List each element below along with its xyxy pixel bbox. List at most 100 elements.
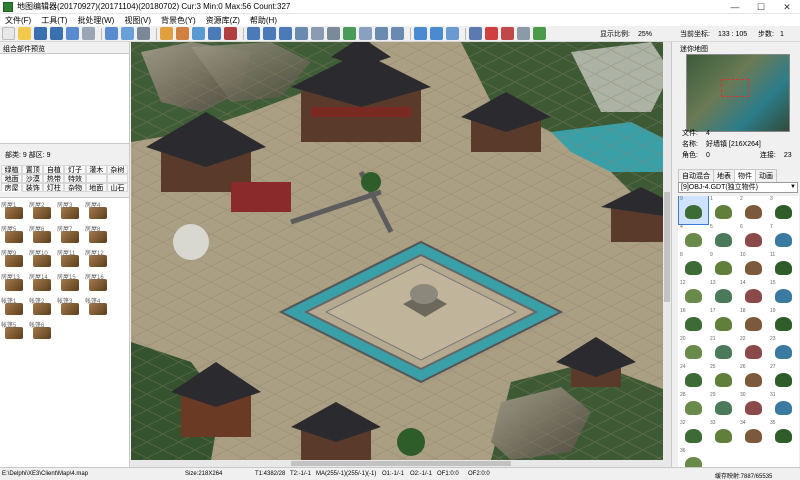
category-tab[interactable]: [106, 174, 128, 183]
refresh-icon[interactable]: [533, 27, 546, 40]
layer3-icon[interactable]: [279, 27, 292, 40]
map-vertical-scrollbar[interactable]: [663, 42, 671, 460]
object-item[interactable]: 7: [769, 224, 798, 252]
object-item[interactable]: 10: [739, 252, 768, 280]
category-tab[interactable]: 灯子: [64, 165, 86, 174]
object-thumbnail[interactable]: 帐篷6: [29, 320, 56, 344]
category-tab[interactable]: 地面: [1, 174, 23, 183]
object-thumbnail[interactable]: 房屋7: [57, 224, 84, 248]
object-thumbnail[interactable]: 帐篷4: [85, 296, 112, 320]
map-canvas[interactable]: [131, 42, 671, 460]
category-tab[interactable]: 热带: [43, 174, 65, 183]
fill-tool-icon[interactable]: [176, 27, 189, 40]
category-tab[interactable]: 沙漠: [22, 174, 44, 183]
zoom-in-icon[interactable]: [414, 27, 427, 40]
category-tab[interactable]: 装饰: [22, 183, 44, 192]
object-thumbnail[interactable]: 房屋13: [1, 272, 28, 296]
open-folder-icon[interactable]: [18, 27, 31, 40]
copy-icon[interactable]: [66, 27, 79, 40]
select-tool-icon[interactable]: [192, 27, 205, 40]
resource-tab[interactable]: 物件: [734, 169, 756, 183]
object-item[interactable]: 19: [769, 308, 798, 336]
map-horizontal-scrollbar[interactable]: [131, 460, 671, 467]
zoom-out-icon[interactable]: [430, 27, 443, 40]
category-tab[interactable]: 绿植: [1, 165, 23, 174]
brush-icon[interactable]: [121, 27, 134, 40]
object-item[interactable]: 34: [739, 420, 768, 448]
object-thumbnail[interactable]: 房屋9: [1, 248, 28, 272]
eraser-icon[interactable]: [137, 27, 150, 40]
minimap[interactable]: [686, 54, 790, 132]
category-tab[interactable]: 特效: [64, 174, 86, 183]
layer2-icon[interactable]: [263, 27, 276, 40]
layer1-icon[interactable]: [247, 27, 260, 40]
category-tab[interactable]: 自植: [43, 165, 65, 174]
object-item[interactable]: 9: [709, 252, 738, 280]
object-list[interactable]: 房屋1 房屋2 房屋3 房屋4 房屋5 房屋6 房屋7 房屋8 房屋9 房屋10 房屋11 房屋12 房…: [0, 197, 129, 467]
object-item[interactable]: 22: [739, 336, 768, 364]
resource-tab[interactable]: 动画: [755, 169, 777, 183]
object-item[interactable]: 5: [709, 224, 738, 252]
object-item[interactable]: 17: [709, 308, 738, 336]
object-item[interactable]: 14: [739, 280, 768, 308]
undo-icon[interactable]: [517, 27, 530, 40]
category-tab[interactable]: [85, 174, 107, 183]
object-item[interactable]: 9: [678, 196, 709, 225]
close-icon[interactable]: ✕: [774, 0, 800, 14]
object-item[interactable]: 35: [769, 420, 798, 448]
minimap-viewport[interactable]: [721, 79, 749, 97]
menu-background[interactable]: 背景色(Y): [156, 15, 201, 26]
object-item[interactable]: 4: [679, 224, 708, 252]
object-set-select[interactable]: [9]OBJ-4.GDT(独立物件) ▼: [678, 182, 798, 193]
object-item[interactable]: 21: [709, 336, 738, 364]
object-layer-icon[interactable]: [295, 27, 308, 40]
resource-tab[interactable]: 自动混合: [678, 169, 714, 183]
object-item[interactable]: 13: [709, 280, 738, 308]
object-thumbnail[interactable]: 房屋16: [85, 272, 112, 296]
category-tab[interactable]: 置顶: [22, 165, 44, 174]
save-icon[interactable]: [34, 27, 47, 40]
object-thumbnail[interactable]: 房屋2: [29, 200, 56, 224]
object-item[interactable]: 36: [679, 448, 708, 467]
object-thumbnail[interactable]: 房屋15: [57, 272, 84, 296]
object-item[interactable]: 1: [709, 196, 738, 224]
object-item[interactable]: 31: [769, 392, 798, 420]
menu-view[interactable]: 视图(V): [119, 15, 156, 26]
person-icon[interactable]: [343, 27, 356, 40]
object-thumbnail[interactable]: 房屋14: [29, 272, 56, 296]
object-thumbnail[interactable]: 房屋12: [85, 248, 112, 272]
object-item[interactable]: 28: [679, 392, 708, 420]
menu-batch[interactable]: 批处理(W): [72, 15, 119, 26]
new-file-icon[interactable]: [2, 27, 15, 40]
fit-icon[interactable]: [446, 27, 459, 40]
object-item[interactable]: 24: [679, 364, 708, 392]
object-thumbnail[interactable]: 房屋8: [85, 224, 112, 248]
category-tab[interactable]: 杂物: [64, 183, 86, 192]
object-item[interactable]: 23: [769, 336, 798, 364]
category-tab[interactable]: 房屋: [1, 183, 23, 192]
object-thumbnail[interactable]: 房屋10: [29, 248, 56, 272]
maximize-icon[interactable]: ☐: [748, 0, 774, 14]
object-item[interactable]: 2: [739, 196, 768, 224]
object-thumbnail[interactable]: 房屋5: [1, 224, 28, 248]
category-tab[interactable]: 杂树: [106, 165, 128, 174]
object-thumbnail[interactable]: 房屋4: [85, 200, 112, 224]
resource-tab[interactable]: 地表: [713, 169, 735, 183]
object-thumbnail[interactable]: 帐篷1: [1, 296, 28, 320]
category-tab[interactable]: 灌木: [85, 165, 107, 174]
object-item[interactable]: 25: [709, 364, 738, 392]
category-tab[interactable]: 灯柱: [43, 183, 65, 192]
object-item[interactable]: 20: [679, 336, 708, 364]
object-item[interactable]: 15: [769, 280, 798, 308]
paste-icon[interactable]: [82, 27, 95, 40]
pencil-icon[interactable]: [105, 27, 118, 40]
object-thumbnail[interactable]: 房屋11: [57, 248, 84, 272]
object-item[interactable]: 33: [709, 420, 738, 448]
menu-tools[interactable]: 工具(T): [36, 15, 72, 26]
light-layer-icon[interactable]: [327, 27, 340, 40]
minimize-icon[interactable]: —: [722, 0, 748, 14]
object-thumbnail[interactable]: 帐篷5: [1, 320, 28, 344]
object-item[interactable]: 6: [739, 224, 768, 252]
object-item[interactable]: 27: [769, 364, 798, 392]
object-thumbnail[interactable]: 房屋3: [57, 200, 84, 224]
